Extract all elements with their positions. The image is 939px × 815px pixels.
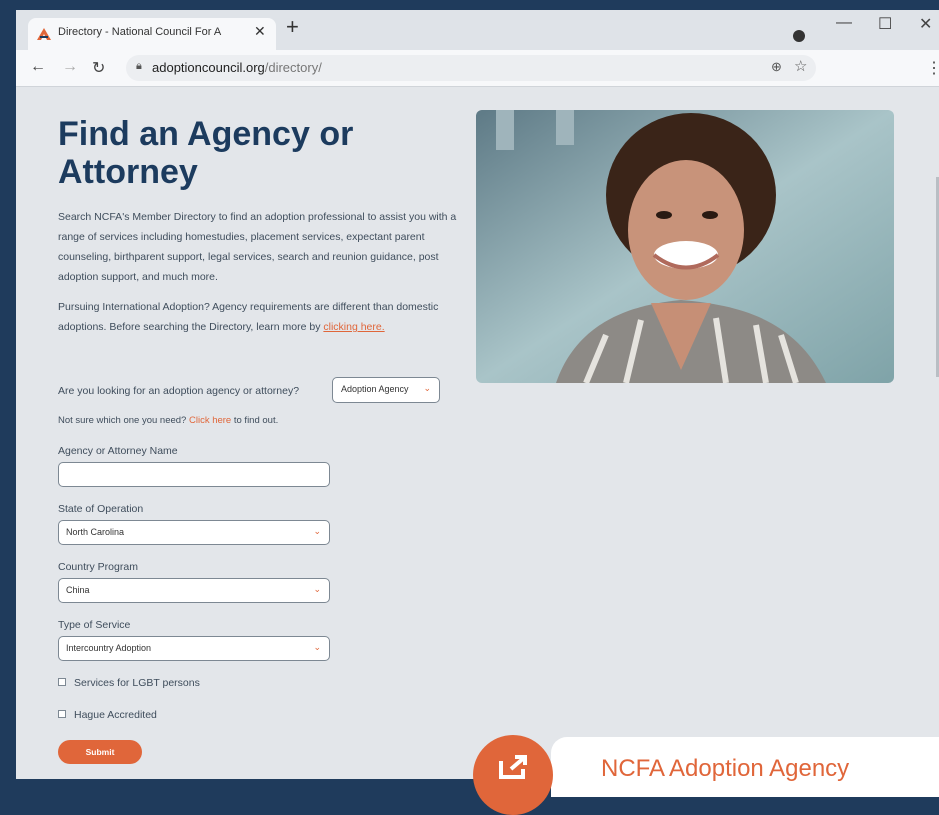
maximize-icon[interactable]: ☐ (878, 14, 892, 34)
chevron-down-icon: ⌄ (313, 584, 321, 594)
hague-label: Hague Accredited (74, 709, 157, 721)
hint-text: Not sure which one you need? (58, 415, 187, 426)
woman-portrait-image (476, 110, 894, 383)
lock-icon: 🔒︎ (136, 60, 142, 72)
country-select[interactable]: China ⌄ (58, 578, 330, 603)
agency-type-select[interactable]: Adoption Agency ⌄ (332, 377, 440, 403)
service-select[interactable]: Intercountry Adoption ⌄ (58, 636, 330, 661)
hint-suffix: to find out. (233, 415, 279, 426)
reload-icon[interactable]: ↻ (92, 58, 105, 78)
popup-icon-circle[interactable] (473, 735, 553, 815)
browser-menu-icon[interactable]: ⋮ (926, 58, 939, 78)
service-value: Intercountry Adoption (66, 643, 152, 653)
agency-type-value: Adoption Agency (341, 384, 409, 394)
state-label: State of Operation (58, 503, 144, 515)
service-label: Type of Service (58, 619, 131, 631)
external-link-icon (499, 755, 527, 779)
minimize-icon[interactable]: — (836, 14, 852, 32)
url-domain: adoptioncouncil.org (152, 60, 265, 75)
page-title: Find an Agency or Attorney (58, 115, 354, 191)
extension-icon[interactable] (793, 30, 805, 42)
tab-bar: Directory - National Council For A ✕ + —… (16, 10, 939, 50)
intro-paragraph: Search NCFA's Member Directory to find a… (58, 211, 457, 283)
agency-or-attorney-question: Are you looking for an adoption agency o… (58, 385, 300, 397)
page-content: Find an Agency or Attorney Search NCFA's… (16, 87, 939, 815)
country-label: Country Program (58, 561, 138, 573)
url-text: adoptioncouncil.org/directory/ (152, 60, 322, 75)
hero-photo (476, 110, 894, 383)
state-value: North Carolina (66, 527, 125, 537)
url-path: /directory/ (264, 60, 322, 75)
agency-name-input[interactable] (58, 462, 330, 487)
agency-name-label: Agency or Attorney Name (58, 445, 178, 457)
close-tab-icon[interactable]: ✕ (254, 23, 266, 40)
chevron-down-icon: ⌄ (423, 383, 431, 393)
zoom-icon[interactable]: ⊕ (771, 59, 782, 75)
back-icon[interactable]: ← (30, 58, 46, 76)
submit-button[interactable]: Submit (58, 740, 142, 764)
international-paragraph: Pursuing International Adoption? Agency … (58, 297, 468, 337)
clicking-here-link[interactable]: clicking here. (323, 321, 384, 333)
window-close-icon[interactable]: ✕ (919, 14, 932, 34)
new-tab-button[interactable]: + (286, 16, 299, 38)
lgbt-checkbox[interactable] (58, 678, 66, 687)
chevron-down-icon: ⌄ (313, 642, 321, 652)
lgbt-checkbox-row[interactable]: Services for LGBT persons (58, 677, 200, 689)
bookmark-star-icon[interactable]: ☆ (794, 57, 807, 75)
country-value: China (66, 585, 90, 595)
address-bar: ← → ↻ 🔒︎ adoptioncouncil.org/directory/ … (16, 50, 939, 87)
state-select[interactable]: North Carolina ⌄ (58, 520, 330, 545)
ncfa-logo-icon (37, 28, 51, 40)
hague-checkbox-row[interactable]: Hague Accredited (58, 709, 157, 721)
hint-line: Not sure which one you need? Click here … (58, 415, 278, 426)
chevron-down-icon: ⌄ (313, 526, 321, 536)
url-field[interactable]: 🔒︎ adoptioncouncil.org/directory/ ⊕ ☆ (126, 55, 816, 81)
hague-checkbox[interactable] (58, 710, 66, 719)
tab-title: Directory - National Council For A (58, 26, 222, 38)
forward-icon[interactable]: → (62, 58, 78, 76)
lgbt-label: Services for LGBT persons (74, 677, 200, 689)
click-here-link[interactable]: Click here (189, 415, 231, 426)
browser-tab[interactable]: Directory - National Council For A ✕ (28, 18, 276, 50)
